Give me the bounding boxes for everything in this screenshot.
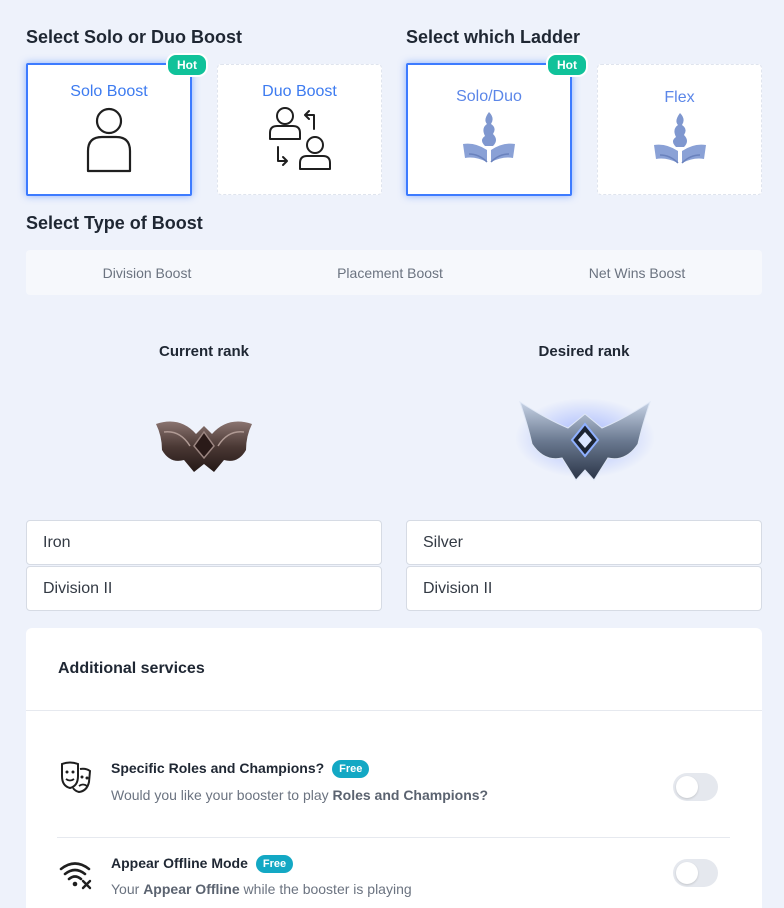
service-divider (57, 837, 730, 838)
roles-champions-desc-bold: Roles and Champions? (332, 787, 489, 803)
appear-offline-desc-prefix: Your (111, 881, 144, 897)
flex-label: Flex (664, 89, 695, 106)
tab-placement-boost[interactable]: Placement Boost (268, 265, 512, 281)
free-badge: Free (255, 855, 294, 873)
desired-division-select[interactable]: Division II (406, 566, 762, 611)
appear-offline-title-text: Appear Offline Mode (111, 855, 248, 871)
service-appear-offline: Appear Offline Mode Free Your Appear Offl… (58, 855, 730, 905)
additional-services-title: Additional services (58, 660, 205, 677)
current-division-select[interactable]: Division II (26, 566, 382, 611)
iron-rank-emblem (156, 421, 252, 472)
roles-champions-toggle[interactable] (673, 773, 718, 801)
appear-offline-desc-suffix: while the booster is playing (239, 881, 412, 897)
solo-duo-label: Solo/Duo (456, 88, 522, 105)
masks-icon (61, 761, 92, 794)
panel-divider (26, 710, 762, 711)
tab-net-wins-boost[interactable]: Net Wins Boost (512, 265, 762, 281)
ladder-title: Select which Ladder (406, 27, 581, 47)
solo-boost-label: Solo Boost (70, 83, 148, 100)
hot-badge: Hot (546, 53, 588, 77)
solo-boost-card[interactable]: Hot Solo Boost (26, 53, 208, 196)
appear-offline-toggle[interactable] (673, 859, 718, 887)
toggle-knob (676, 862, 698, 884)
roles-champions-description: Would you like your booster to play Role… (111, 787, 488, 803)
tab-division-boost[interactable]: Division Boost (26, 265, 268, 281)
appear-offline-description: Your Appear Offline while the booster is… (111, 881, 412, 897)
wifi-off-icon (59, 862, 92, 890)
roles-champions-title: Specific Roles and Champions? Free (111, 760, 370, 778)
boost-type-title: Select Type of Boost (26, 213, 203, 233)
users-swap-icon (268, 107, 331, 170)
boost-mode-title: Select Solo or Duo Boost (26, 27, 243, 47)
appear-offline-desc-bold: Appear Offline (143, 881, 240, 897)
ladder-emblem-icon (463, 112, 515, 163)
user-icon (86, 107, 132, 173)
roles-champions-title-text: Specific Roles and Champions? (111, 760, 325, 776)
duo-boost-label: Duo Boost (262, 83, 337, 100)
additional-services-panel: Additional services Specific Roles and C… (26, 628, 762, 908)
desired-rank-title: Desired rank (538, 343, 630, 360)
hot-badge: Hot (166, 53, 208, 77)
silver-rank-emblem (515, 398, 655, 481)
free-badge: Free (332, 760, 370, 778)
toggle-knob (676, 776, 698, 798)
boost-type-tabs: Division Boost Placement Boost Net Wins … (26, 250, 762, 295)
duo-boost-card[interactable]: Duo Boost (217, 64, 382, 195)
current-rank-title: Current rank (158, 343, 250, 360)
appear-offline-title: Appear Offline Mode Free (111, 855, 294, 873)
service-roles-champions: Specific Roles and Champions? Free Would … (58, 760, 730, 810)
flex-ladder-card[interactable]: Flex (597, 64, 762, 195)
ladder-emblem-icon (653, 113, 706, 164)
current-tier-select[interactable]: Iron (26, 520, 382, 565)
roles-champions-desc-prefix: Would you like your booster to play (111, 787, 333, 803)
desired-tier-select[interactable]: Silver (406, 520, 762, 565)
solo-duo-ladder-card[interactable]: Hot Solo/Duo (406, 53, 588, 196)
